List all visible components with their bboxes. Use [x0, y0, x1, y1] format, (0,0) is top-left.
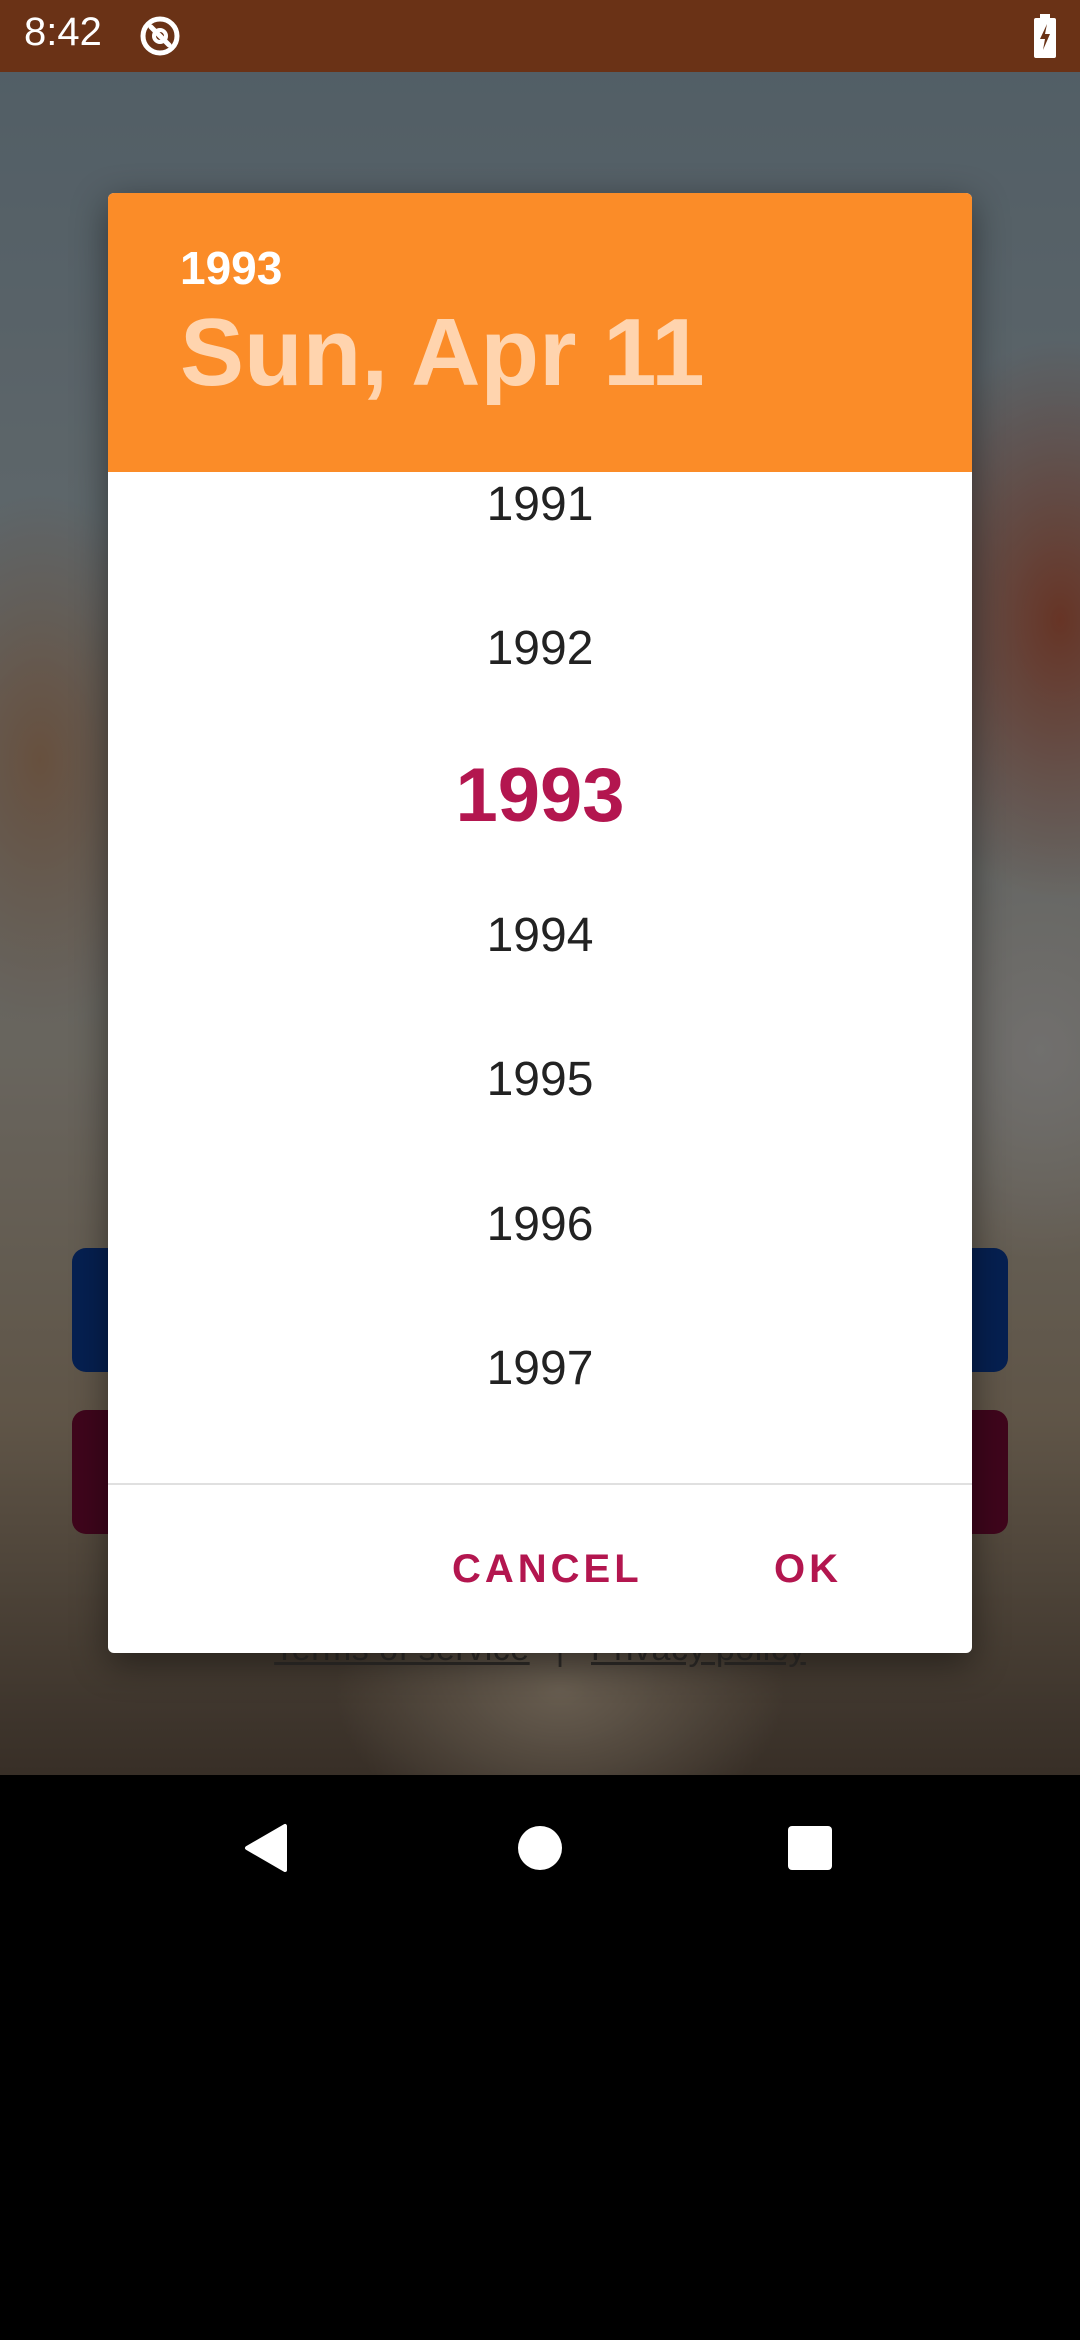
home-icon: [518, 1826, 562, 1870]
recents-button[interactable]: [760, 1798, 860, 1898]
status-bar: 8:42: [0, 0, 1080, 72]
year-list[interactable]: 1991 1992 1993 1994 1995 1996 1997: [108, 472, 972, 1477]
back-icon: [245, 1824, 287, 1872]
back-button[interactable]: [217, 1798, 317, 1898]
date-picker-header: 1993 Sun, Apr 11: [108, 193, 972, 472]
status-time: 8:42: [24, 10, 102, 54]
dialog-actions: CANCEL OK: [108, 1485, 972, 1653]
year-item[interactable]: 1992: [108, 584, 972, 714]
year-item[interactable]: 1997: [108, 1304, 972, 1434]
recents-icon: [788, 1826, 832, 1870]
year-item[interactable]: 1995: [108, 1015, 972, 1145]
date-picker-dialog: 1993 Sun, Apr 11 1991 1992 1993 1994 199…: [108, 193, 972, 1653]
year-item[interactable]: 1994: [108, 871, 972, 1001]
ok-button[interactable]: OK: [746, 1521, 870, 1617]
year-item-selected[interactable]: 1993: [108, 711, 972, 881]
year-item[interactable]: 1991: [108, 472, 972, 570]
battery-charging-icon: [1034, 14, 1056, 58]
year-item[interactable]: 1996: [108, 1160, 972, 1290]
header-year[interactable]: 1993: [180, 241, 282, 295]
sync-disabled-icon: [140, 16, 180, 56]
header-date[interactable]: Sun, Apr 11: [180, 298, 705, 408]
home-button[interactable]: [490, 1798, 590, 1898]
screen: Terms of service|Privacy policy 8:42 199…: [0, 0, 1080, 1775]
navigation-bar: [0, 1775, 1080, 1921]
cancel-button[interactable]: CANCEL: [424, 1521, 671, 1617]
